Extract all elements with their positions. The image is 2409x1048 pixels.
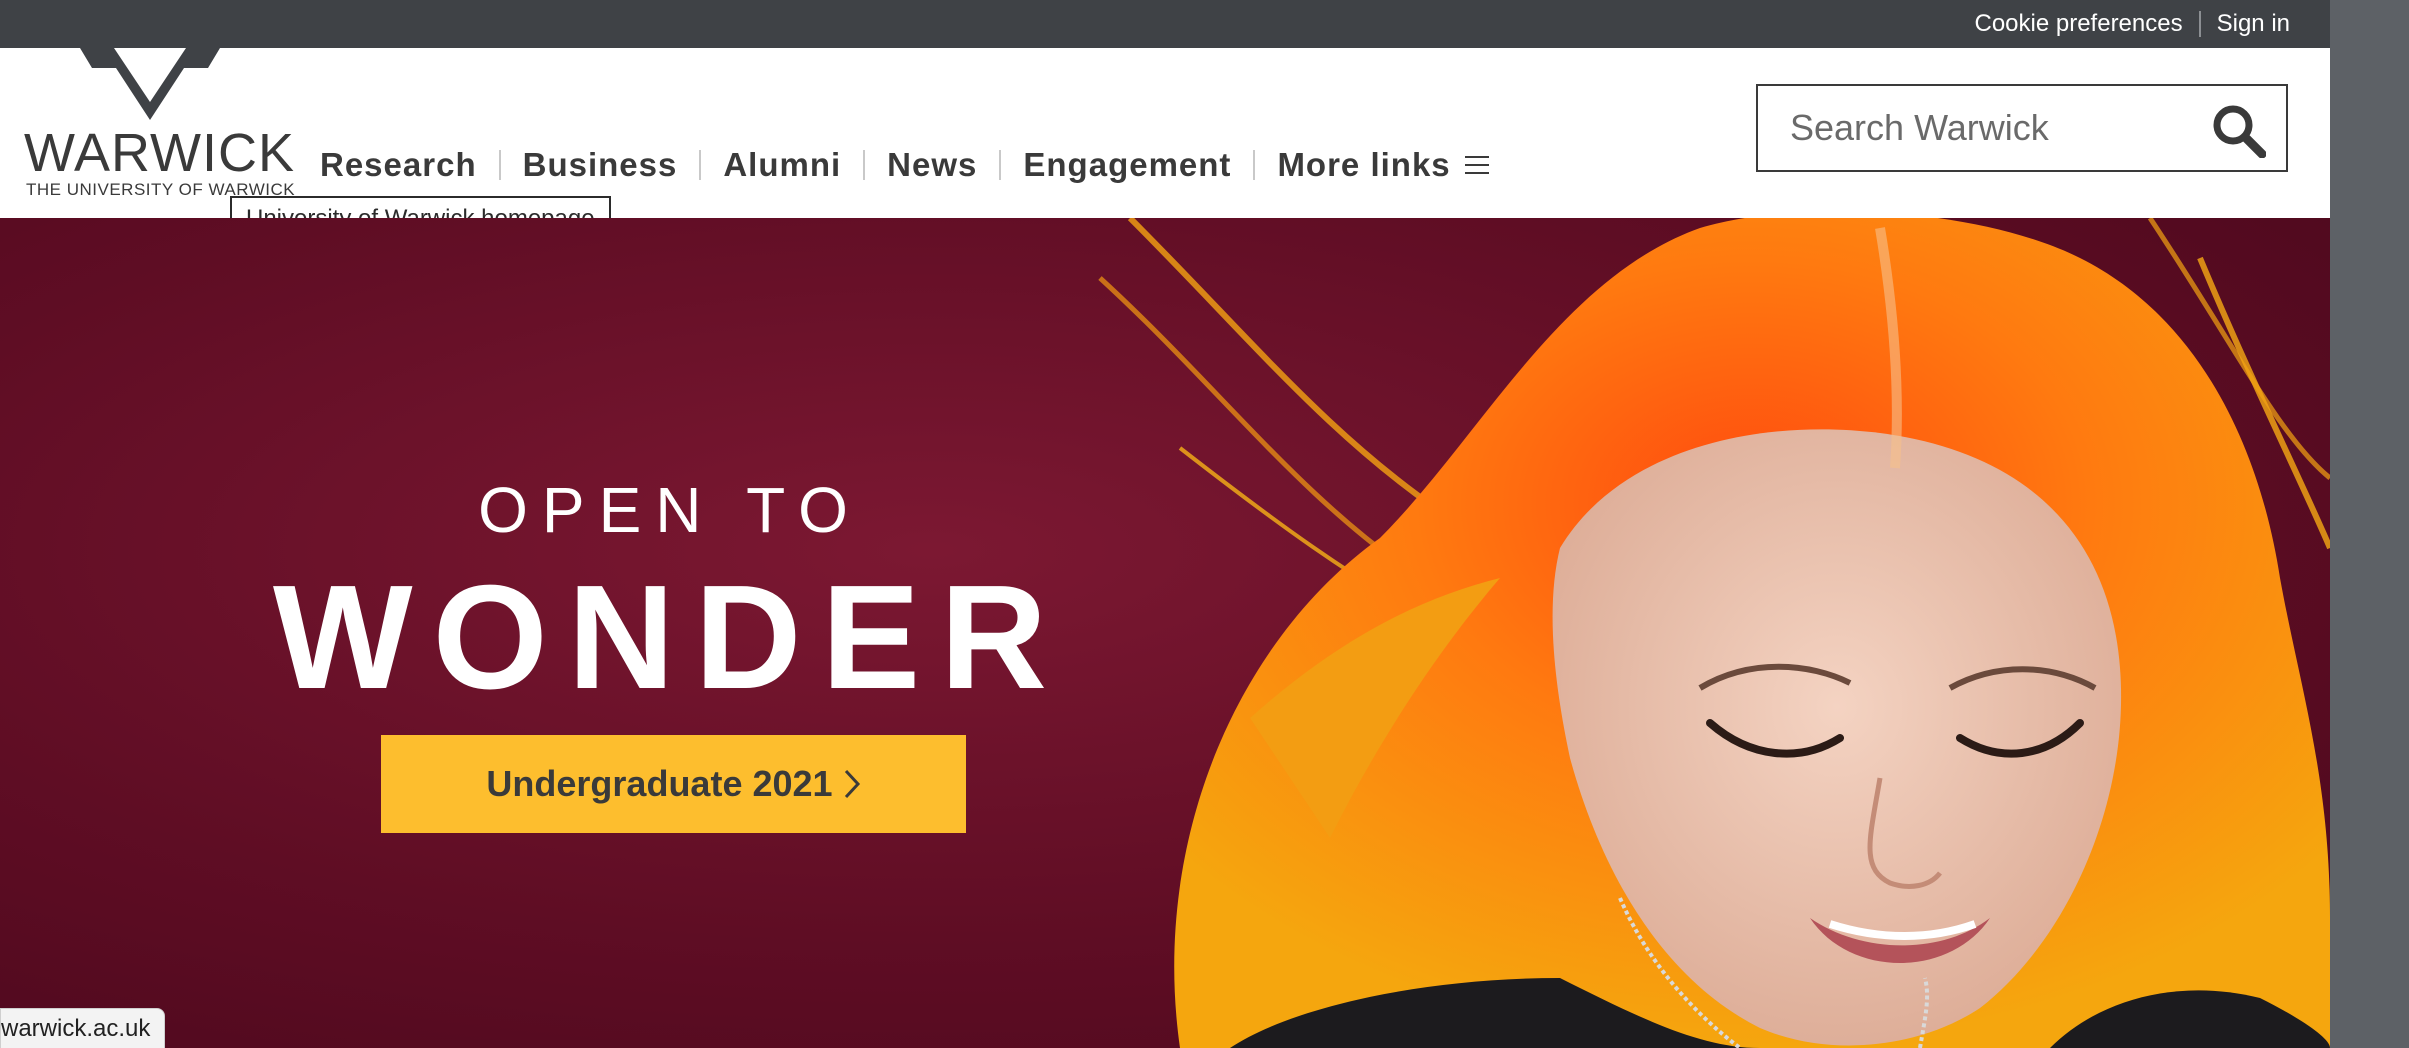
- hero-title: WONDER: [272, 555, 1068, 720]
- chevron-right-icon: [844, 769, 860, 799]
- nav-divider: [863, 150, 866, 180]
- scrollbar-gutter: [2330, 0, 2409, 1048]
- nav-divider: [699, 150, 702, 180]
- nav-item-research[interactable]: Research: [320, 146, 477, 184]
- nav-divider: [498, 150, 501, 180]
- nav-item-engagement[interactable]: Engagement: [1023, 146, 1231, 184]
- nav-item-alumni[interactable]: Alumni: [723, 146, 841, 184]
- page: Cookie preferences Sign in WARWICK THE U…: [0, 0, 2409, 1048]
- nav-divider: [999, 150, 1002, 180]
- cta-label: Undergraduate 2021: [486, 763, 833, 804]
- site-header: WARWICK THE UNIVERSITY OF WARWICK Resear…: [0, 48, 2330, 242]
- nav-item-more-links[interactable]: More links: [1277, 146, 1489, 184]
- utility-divider: [2198, 11, 2201, 37]
- nav-divider: [1253, 150, 1256, 180]
- warwick-logo[interactable]: WARWICK THE UNIVERSITY OF WARWICK: [24, 48, 295, 203]
- status-bar-url: warwick.ac.uk: [0, 1008, 166, 1048]
- search-icon[interactable]: [2210, 102, 2266, 158]
- nav-item-news[interactable]: News: [887, 146, 977, 184]
- utility-links: Cookie preferences Sign in: [1974, 0, 2290, 48]
- logo-mark-icon: [80, 48, 220, 120]
- more-links-label: More links: [1277, 146, 1451, 183]
- logo-wordmark: WARWICK: [24, 123, 295, 183]
- hamburger-icon: [1464, 156, 1489, 174]
- utility-bar: Cookie preferences Sign in: [0, 0, 2330, 48]
- main-nav: Research Business Alumni News Engagement…: [320, 140, 1489, 190]
- nav-item-business[interactable]: Business: [523, 146, 678, 184]
- hero-kicker: OPEN TO: [478, 474, 862, 546]
- cookie-preferences-link[interactable]: Cookie preferences: [1974, 10, 2182, 38]
- hero-banner: OPEN TO WONDER Undergraduate 2021: [0, 218, 2330, 1048]
- search-input[interactable]: [1758, 86, 2198, 170]
- search-box: [1756, 84, 2288, 172]
- sign-in-link[interactable]: Sign in: [2217, 10, 2290, 38]
- undergraduate-2021-button[interactable]: Undergraduate 2021: [381, 735, 966, 833]
